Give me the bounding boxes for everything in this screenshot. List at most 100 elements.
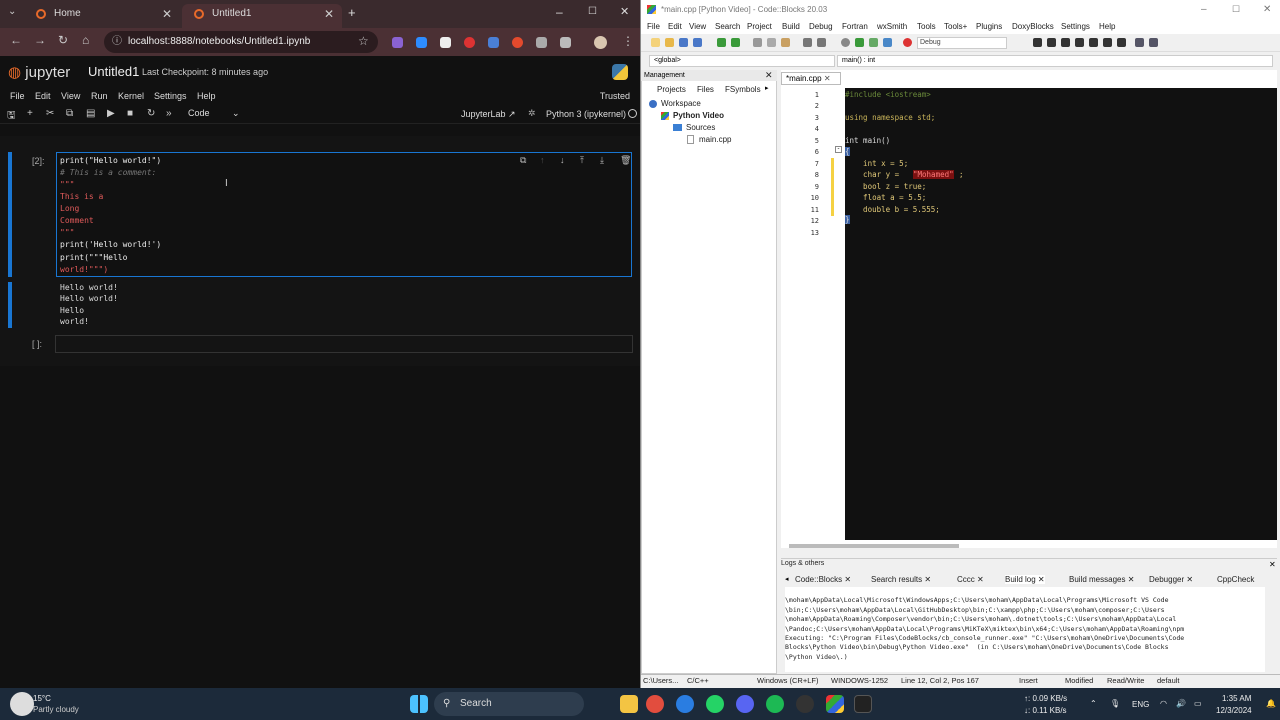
tree-workspace[interactable]: Workspace [661,99,701,108]
notebook-title[interactable]: Untitled1 [88,64,139,79]
cut-icon[interactable] [753,38,762,47]
browser-menu-icon[interactable]: ⋮ [622,34,634,48]
log-tab-search-results[interactable]: Search results ✕ [871,575,931,584]
rebuild-icon[interactable] [883,38,892,47]
debug-stepinto-icon[interactable] [1075,38,1084,47]
menu-wxsmith[interactable]: wxSmith [877,22,907,31]
spotify-icon[interactable] [766,695,784,713]
volume-icon[interactable]: 🔊 [1176,699,1186,708]
run-icon[interactable]: ▶ [107,108,115,119]
tab-search-dropdown-icon[interactable]: ⌄ [8,6,16,17]
tab-scroll-right-icon[interactable]: ▸ [765,84,769,92]
cell-type-select[interactable]: Code ⌄ [188,108,240,118]
menu-kernel[interactable]: Kernel [118,91,144,101]
language-indicator[interactable]: ENG [1132,700,1149,709]
tab-home[interactable]: Home ✕ [24,4,180,28]
file-explorer-icon[interactable] [620,695,638,713]
extension-icon[interactable] [440,37,451,48]
function-select[interactable]: main() : int [837,55,1273,67]
menu-settings[interactable]: Settings [1061,22,1090,31]
tab-fsymbols[interactable]: FSymbols [725,85,761,94]
save-all-icon[interactable] [693,38,702,47]
close-panel-icon[interactable]: ✕ [765,70,773,81]
build-gear-icon[interactable] [841,38,850,47]
trusted-indicator[interactable]: Trusted [600,91,630,101]
log-tab-codeblocks[interactable]: Code::Blocks ✕ [795,575,851,584]
close-tab-icon[interactable]: ✕ [1128,575,1135,584]
extension-icon[interactable] [416,37,427,48]
close-tab-icon[interactable]: ✕ [977,575,984,584]
extension-icon[interactable] [488,37,499,48]
tab-files[interactable]: Files [697,85,714,94]
menu-build[interactable]: Build [782,22,800,31]
paste-icon[interactable]: ▤ [86,108,95,119]
menu-file[interactable]: File [647,22,660,31]
menu-help[interactable]: Help [1099,22,1115,31]
tray-overflow-icon[interactable]: ⌃ [1090,699,1097,708]
restart-run-all-icon[interactable]: » [166,108,172,119]
close-tab-icon[interactable]: ✕ [1038,575,1045,584]
duplicate-cell-icon[interactable]: ⧉ [520,155,526,166]
save-icon[interactable] [679,38,688,47]
new-file-icon[interactable] [651,38,660,47]
build-target-select[interactable]: Debug [917,37,1007,49]
log-tab-cppcheck[interactable]: CppCheck [1217,575,1277,584]
menu-edit[interactable]: Edit [668,22,682,31]
forward-icon[interactable]: → [34,33,46,47]
menu-run[interactable]: Run [91,91,108,101]
extension-icon[interactable] [536,37,547,48]
menu-tools[interactable]: Tools [917,22,936,31]
close-tab-icon[interactable]: ✕ [162,4,172,24]
close-panel-icon[interactable]: ✕ [1269,560,1276,569]
terminal-icon[interactable] [854,695,872,713]
debug-stop-icon[interactable] [1117,38,1126,47]
replace-icon[interactable] [817,38,826,47]
menu-help[interactable]: Help [197,91,216,101]
codeblocks-taskbar-icon[interactable] [826,695,844,713]
site-info-icon[interactable]: ⓘ [112,31,122,53]
move-down-icon[interactable]: ↓ [560,155,565,165]
move-up-icon[interactable]: ↑ [540,155,545,165]
cut-icon[interactable]: ✂ [46,108,54,119]
menu-toolsplus[interactable]: Tools+ [944,22,967,31]
find-icon[interactable] [803,38,812,47]
tab-projects[interactable]: Projects [657,85,686,94]
menu-search[interactable]: Search [715,22,740,31]
back-icon[interactable]: ← [10,33,22,47]
scope-select[interactable]: <global> [649,55,835,67]
menu-project[interactable]: Project [747,22,772,31]
menu-edit[interactable]: Edit [35,91,51,101]
build-log-text[interactable]: \moham\AppData\Local\Microsoft\WindowsAp… [785,587,1265,672]
debug-step-icon[interactable] [1047,38,1056,47]
menu-settings[interactable]: Settings [154,91,187,101]
restart-icon[interactable]: ↻ [147,108,155,119]
close-tab-icon[interactable]: ✕ [1186,575,1193,584]
menu-debug[interactable]: Debug [809,22,833,31]
kernel-name[interactable]: Python 3 (ipykernel) [546,109,626,119]
log-tab-cccc[interactable]: Cccc ✕ [957,575,984,584]
close-tab-icon[interactable]: ✕ [824,74,831,83]
copy-icon[interactable] [767,38,776,47]
menu-plugins[interactable]: Plugins [976,22,1002,31]
chrome-icon[interactable] [646,695,664,713]
discord-icon[interactable] [736,695,754,713]
log-tab-debugger[interactable]: Debugger ✕ [1149,575,1193,584]
minimize-icon[interactable]: – [1201,4,1207,15]
todo-icon[interactable] [676,695,694,713]
code-editor[interactable] [845,88,1277,540]
tree-main-cpp[interactable]: main.cpp [699,135,731,144]
menu-file[interactable]: File [10,91,25,101]
minimize-icon[interactable]: – [556,5,563,19]
open-icon[interactable] [665,38,674,47]
debug-windows-icon[interactable] [1135,38,1144,47]
add-cell-icon[interactable]: + [27,108,33,119]
notification-icon[interactable]: 🔔 [1266,699,1276,708]
extensions-puzzle-icon[interactable] [560,37,571,48]
clock-date[interactable]: 12/3/2024 [1216,706,1252,715]
fold-marker-icon[interactable]: - [835,146,842,153]
insert-above-icon[interactable]: ⤒ [580,155,584,166]
menu-fortran[interactable]: Fortran [842,22,868,31]
tree-project[interactable]: Python Video [673,111,724,120]
debug-next-icon[interactable] [1061,38,1070,47]
undo-icon[interactable] [717,38,726,47]
